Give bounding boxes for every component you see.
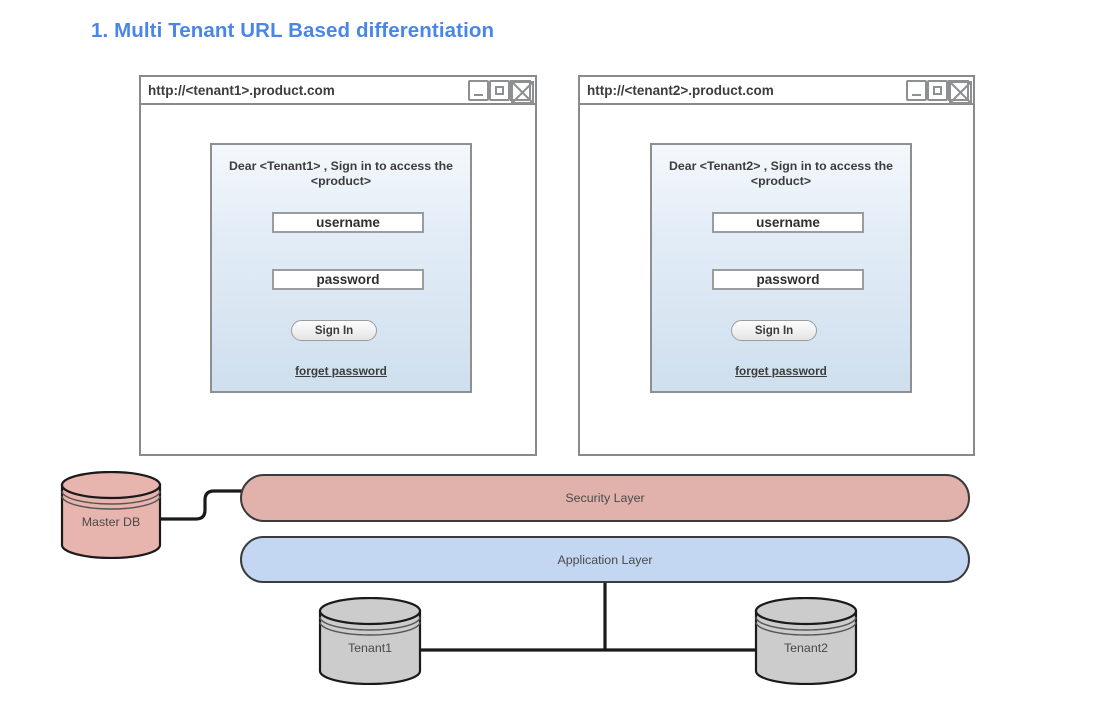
password-input[interactable]: password xyxy=(712,269,864,290)
layer-label: Security Layer xyxy=(565,491,645,505)
database-label: Tenant2 xyxy=(783,641,829,655)
minimize-icon[interactable] xyxy=(906,79,927,101)
window-controls xyxy=(468,79,534,104)
browser-window-tenant1: http://<tenant1>.product.com Dear <Tenan… xyxy=(139,75,537,456)
password-input[interactable]: password xyxy=(272,269,424,290)
database-master-db: Master DB xyxy=(60,471,162,559)
close-icon[interactable] xyxy=(510,79,534,104)
close-icon[interactable] xyxy=(948,79,972,104)
window-controls xyxy=(906,79,972,104)
login-panel: Dear <Tenant2> , Sign in to access the <… xyxy=(650,143,912,393)
sign-in-button[interactable]: Sign In xyxy=(731,320,817,341)
page-title: 1. Multi Tenant URL Based differentiatio… xyxy=(91,19,495,42)
database-label: Master DB xyxy=(81,515,141,529)
database-tenant2: Tenant2 xyxy=(754,597,858,685)
forget-password-link[interactable]: forget password xyxy=(652,364,910,378)
browser-window-tenant2: http://<tenant2>.product.com Dear <Tenan… xyxy=(578,75,975,456)
layer-application: Application Layer xyxy=(240,536,970,583)
login-greeting: Dear <Tenant1> , Sign in to access the <… xyxy=(229,159,453,188)
database-label: Tenant1 xyxy=(347,641,393,655)
sign-in-button[interactable]: Sign In xyxy=(291,320,377,341)
maximize-icon[interactable] xyxy=(927,79,948,101)
login-panel: Dear <Tenant1> , Sign in to access the <… xyxy=(210,143,472,393)
username-input[interactable]: username xyxy=(712,212,864,233)
database-tenant1: Tenant1 xyxy=(318,597,422,685)
minimize-icon[interactable] xyxy=(468,79,489,101)
maximize-icon[interactable] xyxy=(489,79,510,101)
forget-password-link[interactable]: forget password xyxy=(212,364,470,378)
browser-titlebar: http://<tenant1>.product.com xyxy=(141,77,535,105)
layer-security: Security Layer xyxy=(240,474,970,522)
browser-titlebar: http://<tenant2>.product.com xyxy=(580,77,973,105)
layer-label: Application Layer xyxy=(557,552,653,567)
username-input[interactable]: username xyxy=(272,212,424,233)
login-greeting: Dear <Tenant2> , Sign in to access the <… xyxy=(669,159,893,188)
url-bar-text[interactable]: http://<tenant2>.product.com xyxy=(587,83,774,98)
url-bar-text[interactable]: http://<tenant1>.product.com xyxy=(148,83,335,98)
diagram-canvas: 1. Multi Tenant URL Based differentiatio… xyxy=(0,0,1095,705)
